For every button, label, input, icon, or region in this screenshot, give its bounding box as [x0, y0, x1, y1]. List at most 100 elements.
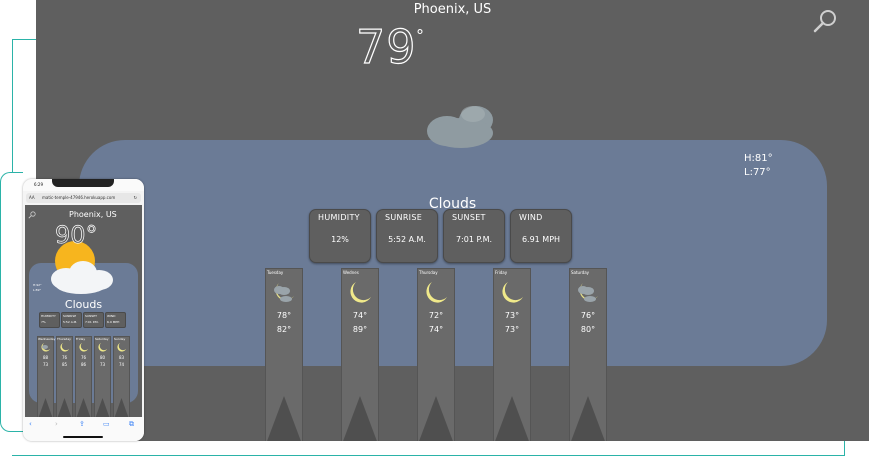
column-notch	[114, 398, 129, 417]
moon-icon	[98, 343, 107, 352]
forecast-day-name: Saturday	[571, 270, 590, 275]
stat-value: 6.91 MPH	[521, 235, 561, 244]
degree-symbol: °	[416, 26, 424, 45]
forecast-temp-1: 76	[80, 355, 87, 360]
phone-high-low: H:92° L:89°	[33, 283, 42, 292]
stat-value: 6.9 MPH	[107, 320, 120, 324]
phone-wind-card: WIND 6.9 MPH	[105, 312, 126, 328]
frame-line-bottom	[12, 455, 845, 456]
forecast-day: Thursday 72° 74°	[417, 268, 455, 441]
bookmarks-icon[interactable]: ▭	[103, 420, 110, 428]
forecast-day-name: Wednesday	[38, 337, 56, 341]
forecast-day-name: Tuesday	[267, 270, 284, 275]
home-indicator	[63, 436, 103, 438]
column-notch	[495, 396, 529, 441]
forecast-temp-1: 80	[99, 355, 106, 360]
stat-label: SUNRISE	[385, 213, 423, 222]
low-temp: L:77°	[744, 167, 771, 178]
forecast-day-name: Wednes	[343, 270, 359, 275]
wind-card: WIND 6.91 MPH	[510, 209, 572, 263]
forecast-temp-1: 76	[61, 355, 68, 360]
stat-label: WIND	[107, 314, 116, 318]
stat-value: 5:52 A.M.	[63, 320, 78, 324]
forward-icon[interactable]: ›	[55, 420, 58, 428]
stat-value: 7:01 P.M.	[85, 320, 99, 324]
frame-line-left	[12, 39, 13, 172]
forecast-day-name: Thursday	[57, 337, 71, 341]
forecast-temp-1: 83	[118, 355, 125, 360]
phone-humidity-card: HUMIDITY 7%	[39, 312, 60, 328]
forecast-day: Saturday 76° 80°	[569, 268, 607, 441]
humidity-card: HUMIDITY 12%	[309, 209, 371, 263]
forecast-temp-1: 73°	[504, 311, 520, 320]
forecast-temp-2: 73	[99, 362, 106, 367]
moon-icon	[426, 282, 447, 303]
moon-icon	[60, 343, 69, 352]
stat-value: 7%	[41, 320, 46, 324]
forecast-day-name: Saturday	[95, 337, 109, 341]
column-notch	[267, 396, 301, 441]
back-icon[interactable]: ‹	[29, 420, 32, 428]
phone-forecast-day: Thursday 76 85	[56, 336, 73, 417]
phone-temperature: 90°	[55, 221, 98, 250]
column-notch	[38, 398, 53, 417]
sunrise-card: SUNRISE 5:52 A.M.	[376, 209, 438, 263]
stat-label: SUNSET	[85, 314, 97, 318]
column-notch	[343, 396, 377, 441]
forecast-temp-1: 72°	[428, 311, 444, 320]
phone-status-bar: 6:29	[23, 179, 144, 191]
city-name: Phoenix, US	[413, 2, 492, 17]
moon-cloud-icon	[274, 283, 294, 302]
forecast-day-name: Sunday	[114, 337, 126, 341]
forecast-temp-1: 88	[42, 355, 49, 360]
forecast-temp-2: 74	[118, 362, 125, 367]
stat-label: HUMIDITY	[318, 213, 360, 222]
stat-label: SUNRISE	[63, 314, 77, 318]
column-notch	[76, 398, 91, 417]
high-low: H:81° L:77°	[744, 152, 773, 180]
forecast-day-name: Friday	[495, 270, 508, 275]
tabs-icon[interactable]: ⧉	[129, 420, 134, 429]
phone-url-bar[interactable]: AA matic-temple-47946.herokuapp.com ↻	[26, 193, 141, 203]
forecast-day-name: Friday	[76, 337, 86, 341]
forecast-temp-2: 80°	[580, 325, 596, 334]
forecast-day: Friday 73° 73°	[493, 268, 531, 441]
stat-value: 5:52 A.M.	[388, 235, 426, 244]
phone-forecast-day: Wednesday 88 73	[37, 336, 56, 417]
search-icon[interactable]	[28, 211, 36, 219]
forecast-day: Tuesday 78° 82°	[265, 268, 303, 441]
high-temp: H:81°	[744, 153, 773, 164]
reader-aa[interactable]: AA	[29, 195, 35, 200]
forecast-temp-2: 73	[42, 362, 49, 367]
share-icon[interactable]: ⇪	[79, 420, 85, 428]
stat-value: 12%	[331, 235, 349, 244]
forecast-temp-2: 86	[80, 362, 87, 367]
phone-preview: 6:29 AA matic-temple-47946.herokuapp.com…	[23, 179, 144, 441]
phone-sunrise-card: SUNRISE 5:52 A.M.	[61, 312, 82, 328]
forecast-temp-2: 89°	[352, 325, 368, 334]
column-notch	[419, 396, 453, 441]
moon-cloud-icon	[390, 68, 493, 148]
frame-line-top	[12, 39, 36, 40]
phone-time: 6:29	[34, 182, 43, 187]
moon-icon	[117, 343, 126, 352]
forecast-temp-1: 74°	[352, 311, 368, 320]
forecast-temp-2: 74°	[428, 325, 444, 334]
phone-condition: Clouds	[64, 298, 103, 311]
forecast-temp-2: 85	[61, 362, 68, 367]
forecast-temp-2: 82°	[276, 325, 292, 334]
stat-label: SUNSET	[452, 213, 486, 222]
moon-icon	[350, 282, 371, 303]
moon-icon	[502, 282, 523, 303]
forecast-day: Wednes 74° 89°	[341, 268, 379, 441]
column-notch	[571, 396, 605, 441]
weather-app-desktop: Phoenix, US 79 ° H:81° L:77° Clouds HUMI…	[36, 0, 869, 441]
stat-label: WIND	[519, 213, 543, 222]
phone-forecast-day: Saturday 80 73	[94, 336, 111, 417]
phone-forecast-day: Sunday 83 74	[113, 336, 130, 417]
reload-icon[interactable]: ↻	[134, 195, 137, 200]
search-icon[interactable]	[813, 8, 839, 34]
forecast-temp-2: 73°	[504, 325, 520, 334]
column-notch	[57, 398, 72, 417]
url-text[interactable]: matic-temple-47946.herokuapp.com	[42, 195, 115, 200]
